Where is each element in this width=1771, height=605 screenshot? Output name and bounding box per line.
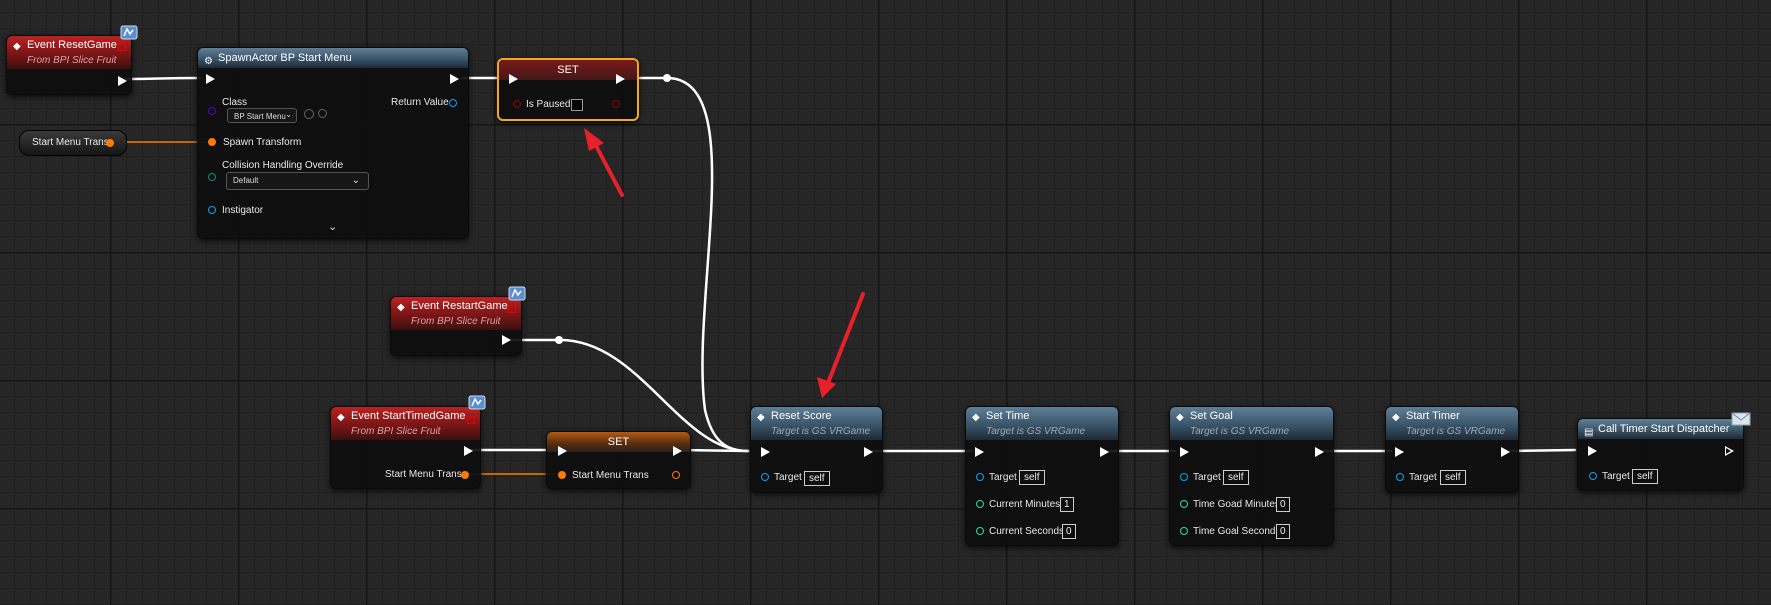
annotation-arrows-layer <box>584 128 865 398</box>
annotation-arrow-1 <box>584 128 624 197</box>
annotation-arrow-2 <box>817 292 865 398</box>
